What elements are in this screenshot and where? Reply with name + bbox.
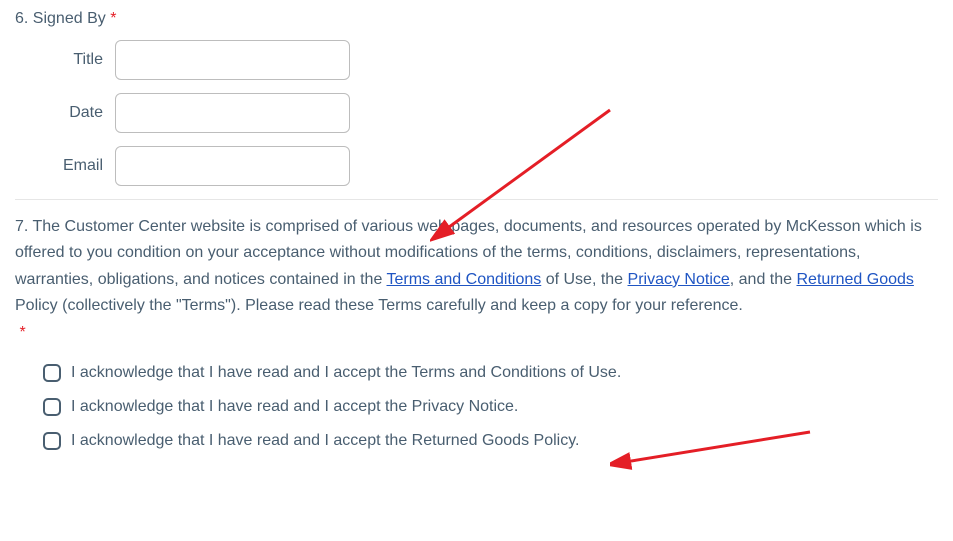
ack-privacy-checkbox[interactable] — [43, 398, 61, 416]
email-input[interactable] — [115, 146, 350, 186]
section7-text3: , and the — [730, 271, 797, 288]
section6-prefix: 6. — [15, 10, 33, 27]
date-row: Date — [15, 93, 938, 133]
title-row: Title — [15, 40, 938, 80]
title-label: Title — [15, 51, 115, 69]
ack-returned-label: I acknowledge that I have read and I acc… — [71, 432, 579, 450]
privacy-notice-link[interactable]: Privacy Notice — [628, 271, 730, 288]
required-asterisk: * — [19, 324, 25, 341]
section7-required-row: * — [15, 324, 938, 342]
date-input[interactable] — [115, 93, 350, 133]
section7-prefix: 7. — [15, 218, 33, 235]
ack-returned-checkbox[interactable] — [43, 432, 61, 450]
section7-paragraph: 7. The Customer Center website is compri… — [15, 214, 938, 320]
ack-privacy-label: I acknowledge that I have read and I acc… — [71, 398, 518, 416]
ack-privacy-row: I acknowledge that I have read and I acc… — [43, 398, 938, 416]
section-divider — [15, 199, 938, 200]
ack-returned-row: I acknowledge that I have read and I acc… — [43, 432, 938, 450]
returned-goods-link[interactable]: Returned Goods — [796, 271, 913, 288]
ack-terms-label: I acknowledge that I have read and I acc… — [71, 364, 621, 382]
section7-text2: of Use, the — [541, 271, 627, 288]
section7-text4: Policy (collectively the "Terms"). Pleas… — [15, 297, 743, 314]
email-row: Email — [15, 146, 938, 186]
date-label: Date — [15, 104, 115, 122]
terms-and-conditions-link[interactable]: Terms and Conditions — [387, 271, 542, 288]
required-asterisk: * — [110, 10, 116, 27]
ack-terms-row: I acknowledge that I have read and I acc… — [43, 364, 938, 382]
ack-terms-checkbox[interactable] — [43, 364, 61, 382]
email-label: Email — [15, 157, 115, 175]
acknowledgement-list: I acknowledge that I have read and I acc… — [15, 364, 938, 450]
section6-heading: 6. Signed By * — [15, 10, 938, 28]
title-input[interactable] — [115, 40, 350, 80]
section6-title-text: Signed By — [33, 10, 110, 27]
